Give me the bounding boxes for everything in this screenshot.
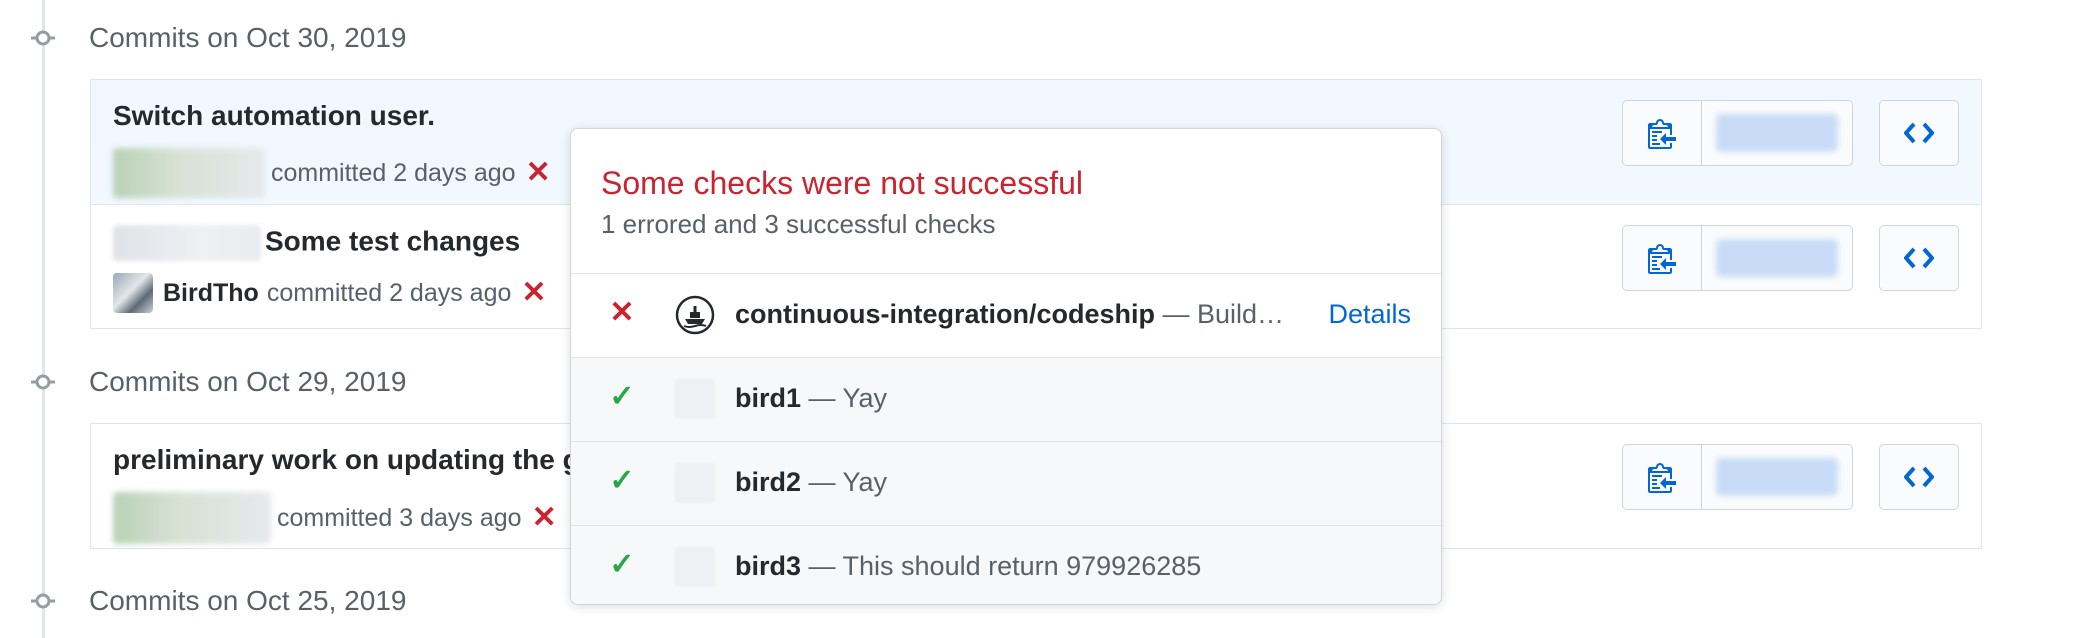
copy-sha-button[interactable] [1623,101,1702,165]
timeline-line [42,0,45,638]
x-icon[interactable]: ✕ [532,503,557,533]
blurred-label [113,225,261,261]
code-icon [1904,466,1934,488]
status-check-row: ✓ bird3 — This should return 979926285 [571,526,1441,604]
commit-sha-button[interactable] [1702,445,1852,509]
commit-time: committed 3 days ago [277,503,522,532]
check-avatar [675,547,715,587]
commit-title-text: Some test changes [265,225,521,257]
commit-group-icon [31,370,55,394]
commit-group-heading: Commits on Oct 29, 2019 [89,366,407,397]
commit-title-link[interactable]: Switch automation user. [113,100,435,132]
popover-header: Some checks were not successful 1 errore… [571,129,1441,274]
popover-title: Some checks were not successful [601,165,1083,201]
status-check-row: ✓ bird2 — Yay [571,442,1441,526]
browse-repo-button[interactable] [1879,444,1959,510]
check-description: bird3 — This should return 979926285 [735,551,1201,582]
clippy-icon [1648,242,1676,274]
check-name: continuous-integration/codeship [735,299,1155,329]
check-icon: ✓ [609,380,635,413]
browse-repo-button[interactable] [1879,100,1959,166]
check-avatar [675,379,715,419]
commit-meta: BirdTho committed 2 days ago ✕ [113,273,547,313]
check-name: bird2 [735,467,802,497]
check-desc: — Build… [1155,299,1285,329]
check-description: bird1 — Yay [735,383,887,414]
code-icon [1904,122,1934,144]
check-desc: — Yay [801,467,888,497]
commit-title-link[interactable]: preliminary work on updating the g [113,444,580,476]
commit-group-icon [31,26,55,50]
check-description: bird2 — Yay [735,467,887,498]
commit-title-link[interactable]: Some test changes [113,225,520,261]
check-desc: — Yay [801,383,888,413]
check-icon: ✓ [609,548,635,581]
x-icon[interactable]: ✕ [526,158,551,188]
author-avatar[interactable] [113,273,153,313]
status-check-row: ✕ continuous-integration/codeship — Buil… [571,274,1441,358]
status-check-row: ✓ bird1 — Yay [571,358,1441,442]
copy-sha-button[interactable] [1623,226,1702,290]
commit-group-icon [31,589,55,613]
commit-meta: committed 2 days ago ✕ [113,148,551,198]
clippy-icon [1648,461,1676,493]
commit-time: committed 2 days ago [266,278,512,307]
copy-sha-button[interactable] [1623,445,1702,509]
popover-summary: 1 errored and 3 successful checks [601,209,996,239]
status-checks-popover: Some checks were not successful 1 errore… [570,128,1442,605]
clippy-icon [1648,117,1676,149]
commit-group-heading: Commits on Oct 25, 2019 [89,585,407,616]
check-avatar [675,463,715,503]
author-avatar[interactable] [113,148,265,198]
commit-sha-button[interactable] [1702,101,1852,165]
sha-button-group [1622,225,1853,291]
code-icon [1904,247,1934,269]
author-avatar[interactable] [113,492,271,544]
check-name: bird1 [735,383,802,413]
x-icon: ✕ [609,296,635,329]
check-icon: ✓ [609,464,635,497]
details-link[interactable]: Details [1328,299,1411,330]
commit-group-heading: Commits on Oct 30, 2019 [89,22,407,53]
commit-sha-button[interactable] [1702,226,1852,290]
check-name: bird3 [735,551,802,581]
codeship-logo-icon [675,295,715,335]
browse-repo-button[interactable] [1879,225,1959,291]
sha-button-group [1622,100,1853,166]
commit-meta: committed 3 days ago ✕ [113,492,557,544]
author-link[interactable]: BirdTho [163,279,259,308]
check-desc: — This should return 979926285 [801,551,1202,581]
check-description: continuous-integration/codeship — Build… [735,299,1284,330]
commit-time: committed 2 days ago [271,158,516,187]
x-icon[interactable]: ✕ [521,278,546,308]
sha-button-group [1622,444,1853,510]
